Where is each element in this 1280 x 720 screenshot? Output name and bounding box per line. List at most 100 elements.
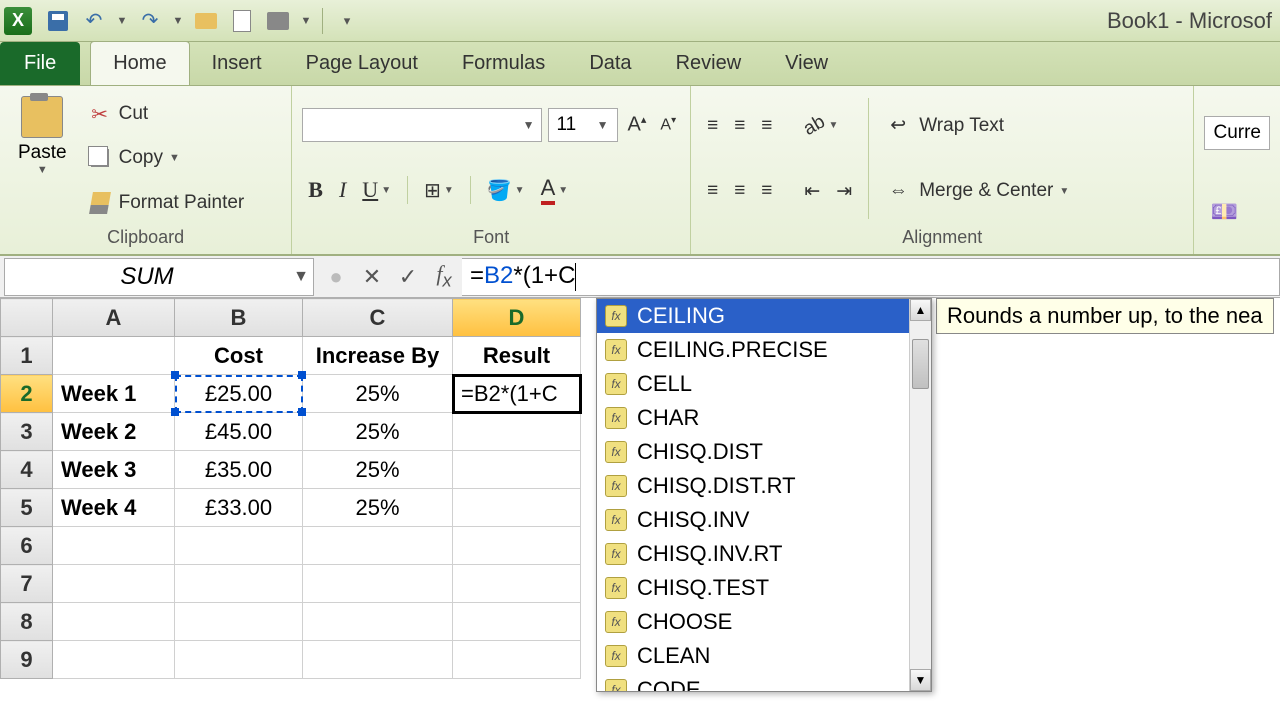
autocomplete-item[interactable]: fxCLEAN: [597, 639, 931, 673]
accounting-format-button[interactable]: 💷: [1204, 195, 1243, 229]
cut-button[interactable]: ✂Cut: [83, 99, 251, 129]
cell-c3[interactable]: 25%: [303, 413, 453, 451]
open-button[interactable]: [190, 5, 222, 37]
align-top-button[interactable]: ≡: [701, 111, 724, 141]
tab-page-layout[interactable]: Page Layout: [284, 42, 440, 85]
cell-d1[interactable]: Result: [453, 337, 581, 375]
tab-home[interactable]: Home: [90, 41, 189, 85]
cell-c8[interactable]: [303, 603, 453, 641]
wrap-text-button[interactable]: ↩Wrap Text: [879, 111, 1075, 141]
range-handle[interactable]: [298, 408, 306, 416]
cell-a4[interactable]: Week 3: [53, 451, 175, 489]
scroll-thumb[interactable]: [912, 339, 929, 389]
autocomplete-item[interactable]: fxCEILING.PRECISE: [597, 333, 931, 367]
cell-a8[interactable]: [53, 603, 175, 641]
align-middle-button[interactable]: ≡: [728, 111, 751, 141]
row-header-2[interactable]: 2: [1, 375, 53, 413]
cell-c6[interactable]: [303, 527, 453, 565]
col-header-c[interactable]: C: [303, 299, 453, 337]
cell-c5[interactable]: 25%: [303, 489, 453, 527]
cell-a6[interactable]: [53, 527, 175, 565]
col-header-d[interactable]: D: [453, 299, 581, 337]
range-handle[interactable]: [171, 371, 179, 379]
autocomplete-item[interactable]: fxCHAR: [597, 401, 931, 435]
cancel-button[interactable]: ✕: [354, 259, 390, 295]
copy-button[interactable]: Copy▼: [83, 143, 251, 173]
cell-d7[interactable]: [453, 565, 581, 603]
cell-a3[interactable]: Week 2: [53, 413, 175, 451]
row-header-1[interactable]: 1: [1, 337, 53, 375]
tab-review[interactable]: Review: [654, 42, 764, 85]
cell-d5[interactable]: [453, 489, 581, 527]
cell-b4[interactable]: £35.00: [175, 451, 303, 489]
cell-a9[interactable]: [53, 641, 175, 679]
cell-d4[interactable]: [453, 451, 581, 489]
autocomplete-item[interactable]: fxCHISQ.INV.RT: [597, 537, 931, 571]
redo-dropdown[interactable]: ▼: [170, 5, 186, 37]
orientation-button[interactable]: ab▼: [798, 111, 844, 141]
autocomplete-item[interactable]: fxCEILING: [597, 299, 931, 333]
scroll-up-button[interactable]: ▲: [910, 299, 931, 321]
borders-button[interactable]: ⊞▼: [418, 174, 460, 207]
fill-color-button[interactable]: 🪣▼: [481, 174, 531, 207]
cell-c2[interactable]: 25%: [303, 375, 453, 413]
cell-d9[interactable]: [453, 641, 581, 679]
cell-c4[interactable]: 25%: [303, 451, 453, 489]
grow-font-button[interactable]: A▴: [624, 109, 651, 141]
format-painter-button[interactable]: Format Painter: [83, 188, 251, 218]
cell-c7[interactable]: [303, 565, 453, 603]
underline-button[interactable]: U▼: [356, 173, 397, 207]
select-all-corner[interactable]: [1, 299, 53, 337]
save-button[interactable]: [42, 5, 74, 37]
shrink-font-button[interactable]: A▾: [656, 111, 680, 138]
enter-button[interactable]: ✓: [390, 259, 426, 295]
cell-d8[interactable]: [453, 603, 581, 641]
row-header-7[interactable]: 7: [1, 565, 53, 603]
paste-button[interactable]: Paste ▼: [10, 92, 75, 225]
formula-bar[interactable]: =B2*(1+C: [462, 258, 1280, 296]
autocomplete-item[interactable]: fxCELL: [597, 367, 931, 401]
align-right-button[interactable]: ≡: [755, 176, 778, 207]
cell-b5[interactable]: £33.00: [175, 489, 303, 527]
name-box[interactable]: SUM ▼: [4, 258, 314, 296]
cell-b6[interactable]: [175, 527, 303, 565]
new-button[interactable]: [226, 5, 258, 37]
cell-a2[interactable]: Week 1: [53, 375, 175, 413]
number-format-select[interactable]: Curre: [1204, 116, 1270, 150]
tab-insert[interactable]: Insert: [190, 42, 284, 85]
tab-view[interactable]: View: [763, 42, 850, 85]
align-bottom-button[interactable]: ≡: [755, 111, 778, 141]
cell-a1[interactable]: [53, 337, 175, 375]
cell-d6[interactable]: [453, 527, 581, 565]
row-header-4[interactable]: 4: [1, 451, 53, 489]
qat-customize[interactable]: ▾: [331, 5, 363, 37]
cell-a5[interactable]: Week 4: [53, 489, 175, 527]
tab-formulas[interactable]: Formulas: [440, 42, 567, 85]
cell-a7[interactable]: [53, 565, 175, 603]
undo-dropdown[interactable]: ▼: [114, 5, 130, 37]
autocomplete-item[interactable]: fxCODE: [597, 673, 931, 691]
cell-c9[interactable]: [303, 641, 453, 679]
row-header-3[interactable]: 3: [1, 413, 53, 451]
print-button[interactable]: [262, 5, 294, 37]
autocomplete-item[interactable]: fxCHOOSE: [597, 605, 931, 639]
redo-button[interactable]: ↷: [134, 5, 166, 37]
row-header-5[interactable]: 5: [1, 489, 53, 527]
cell-b9[interactable]: [175, 641, 303, 679]
col-header-b[interactable]: B: [175, 299, 303, 337]
font-name-select[interactable]: ▼: [302, 108, 541, 142]
row-header-6[interactable]: 6: [1, 527, 53, 565]
font-color-button[interactable]: A▼: [535, 171, 575, 209]
range-handle[interactable]: [298, 371, 306, 379]
align-left-button[interactable]: ≡: [701, 176, 724, 207]
cell-d3[interactable]: [453, 413, 581, 451]
row-header-8[interactable]: 8: [1, 603, 53, 641]
tab-file[interactable]: File: [0, 42, 80, 85]
cell-b2[interactable]: £25.00: [175, 375, 303, 413]
merge-center-button[interactable]: ⇔Merge & Center▼: [879, 176, 1075, 206]
autocomplete-item[interactable]: fxCHISQ.DIST.RT: [597, 469, 931, 503]
scroll-down-button[interactable]: ▼: [910, 669, 931, 691]
insert-function-button[interactable]: fx: [426, 259, 462, 295]
cell-b7[interactable]: [175, 565, 303, 603]
cell-c1[interactable]: Increase By: [303, 337, 453, 375]
